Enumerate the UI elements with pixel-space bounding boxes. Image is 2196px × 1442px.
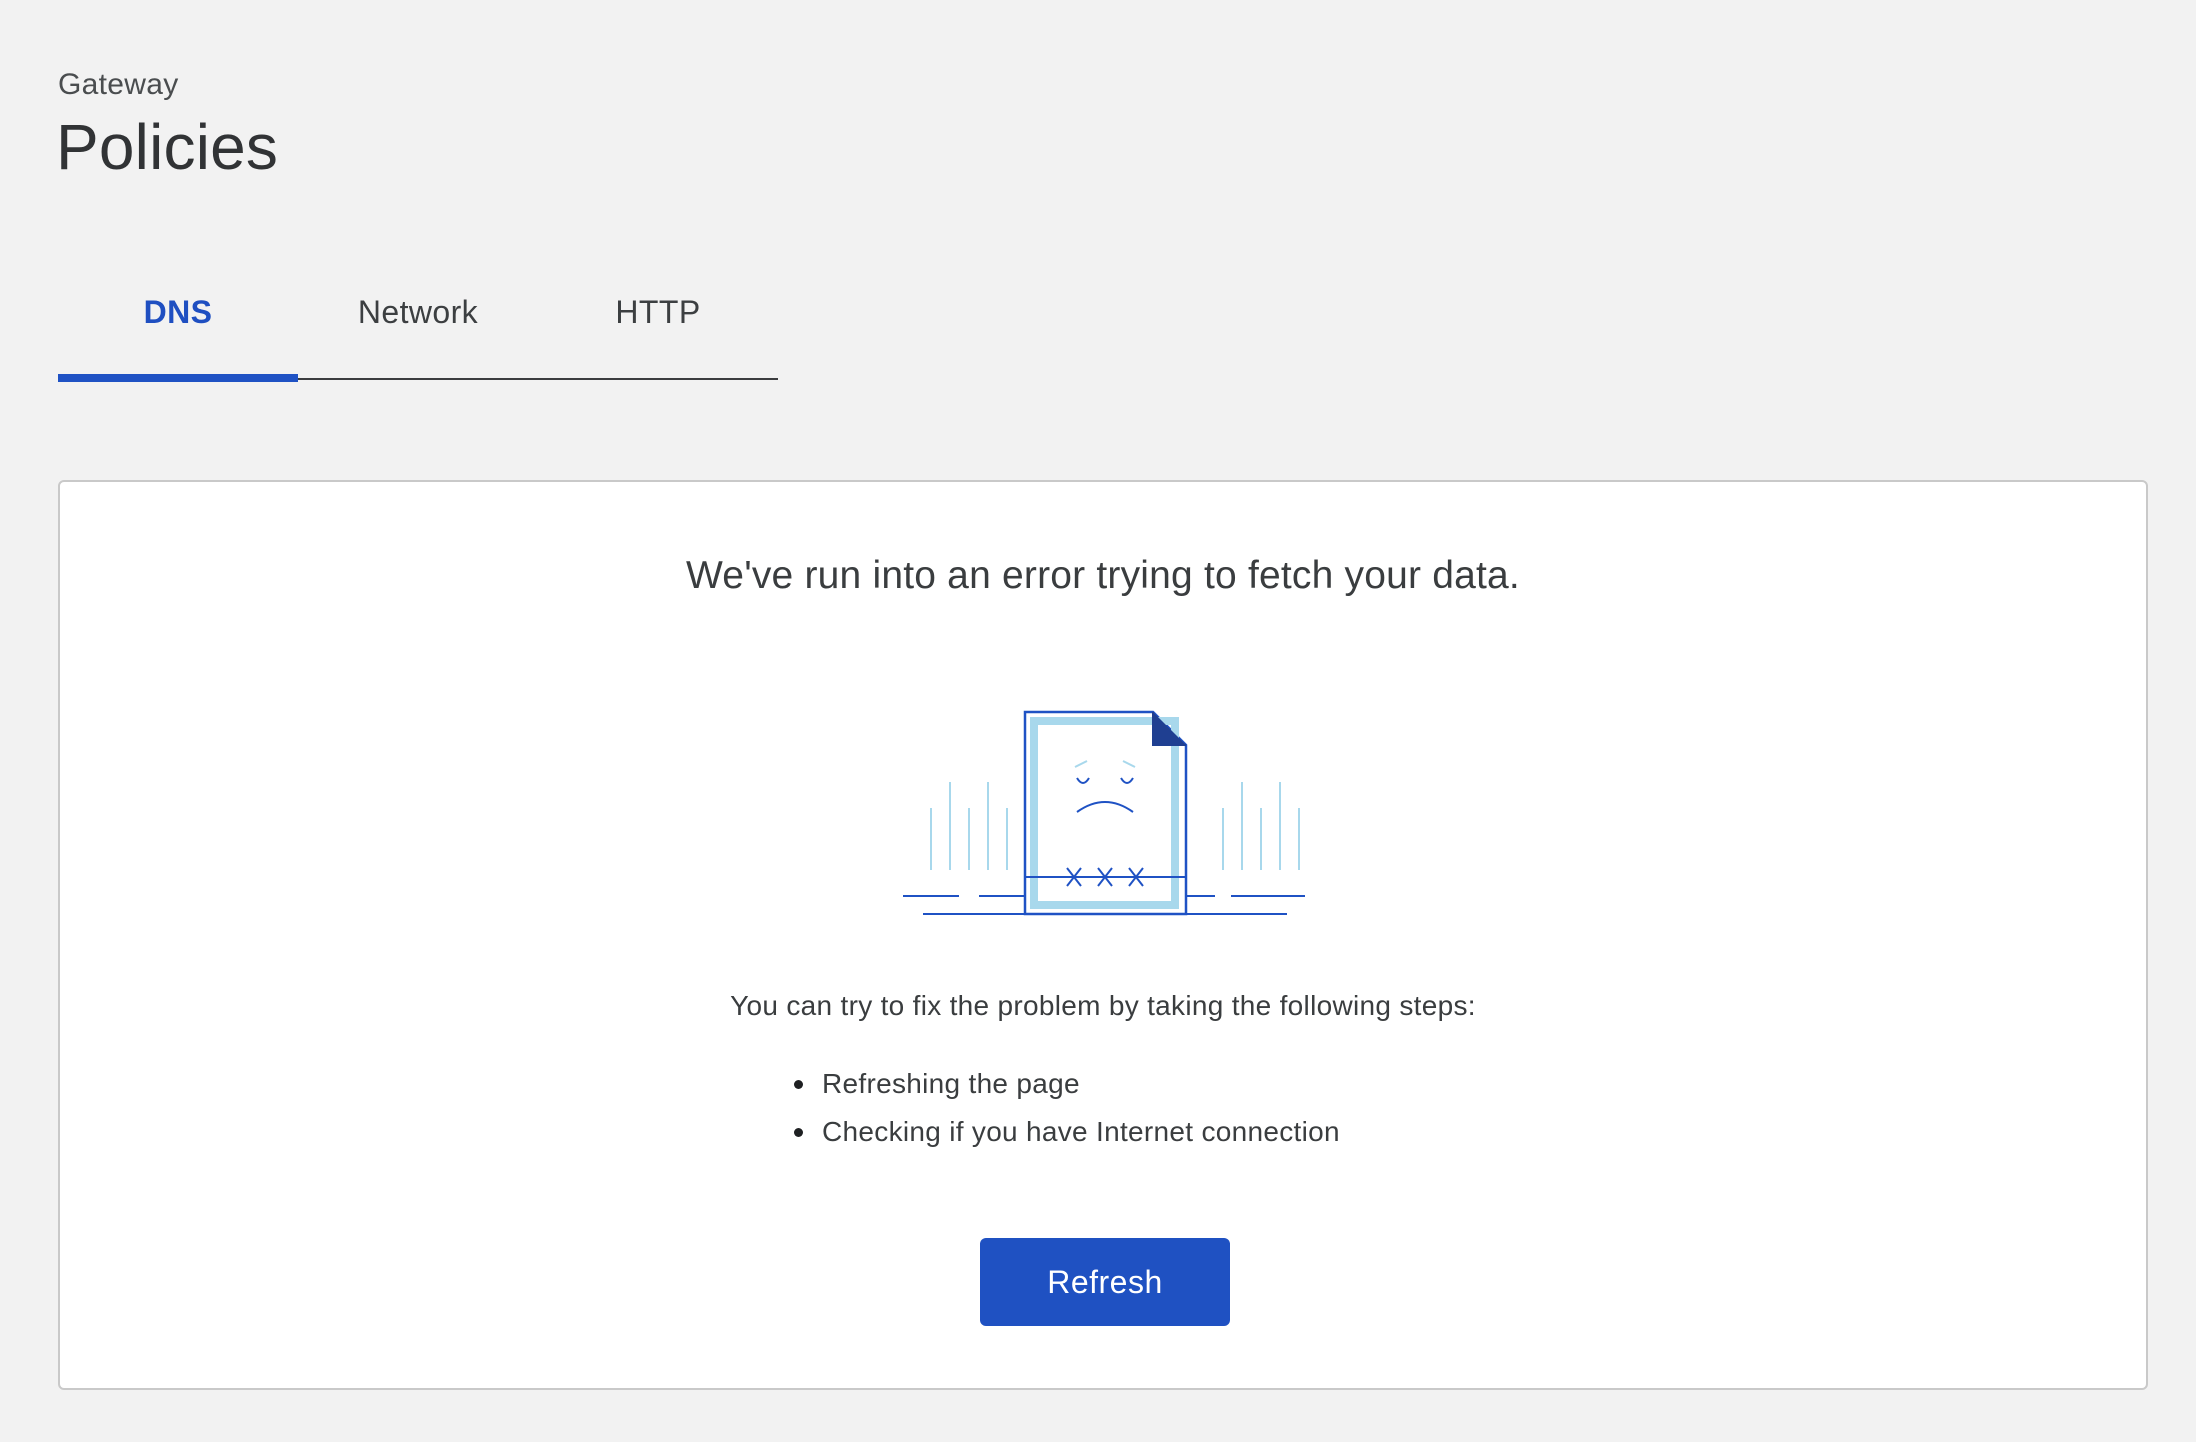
steps-intro: You can try to fix the problem by taking…: [730, 990, 1476, 1021]
breadcrumb: Gateway: [58, 68, 179, 101]
sad-document-icon: [903, 710, 1305, 916]
error-card: We've run into an error trying to fetch …: [58, 480, 2148, 1390]
error-heading: We've run into an error trying to fetch …: [686, 554, 1520, 597]
tab-dns-label: DNS: [143, 294, 213, 330]
tab-network-label: Network: [357, 294, 479, 330]
tab-dns[interactable]: DNS: [58, 260, 298, 382]
policy-tabs: DNS Network HTTP: [58, 260, 778, 382]
refresh-button[interactable]: Refresh: [980, 1238, 1230, 1326]
tab-http[interactable]: HTTP: [538, 260, 778, 376]
page-title: Policies: [56, 111, 279, 183]
list-item: Checking if you have Internet connection: [762, 1108, 1340, 1156]
tab-network[interactable]: Network: [298, 260, 538, 376]
list-item: Refreshing the page: [762, 1060, 1340, 1108]
tab-http-label: HTTP: [615, 294, 701, 330]
steps-list: Refreshing the page Checking if you have…: [762, 1060, 1340, 1156]
